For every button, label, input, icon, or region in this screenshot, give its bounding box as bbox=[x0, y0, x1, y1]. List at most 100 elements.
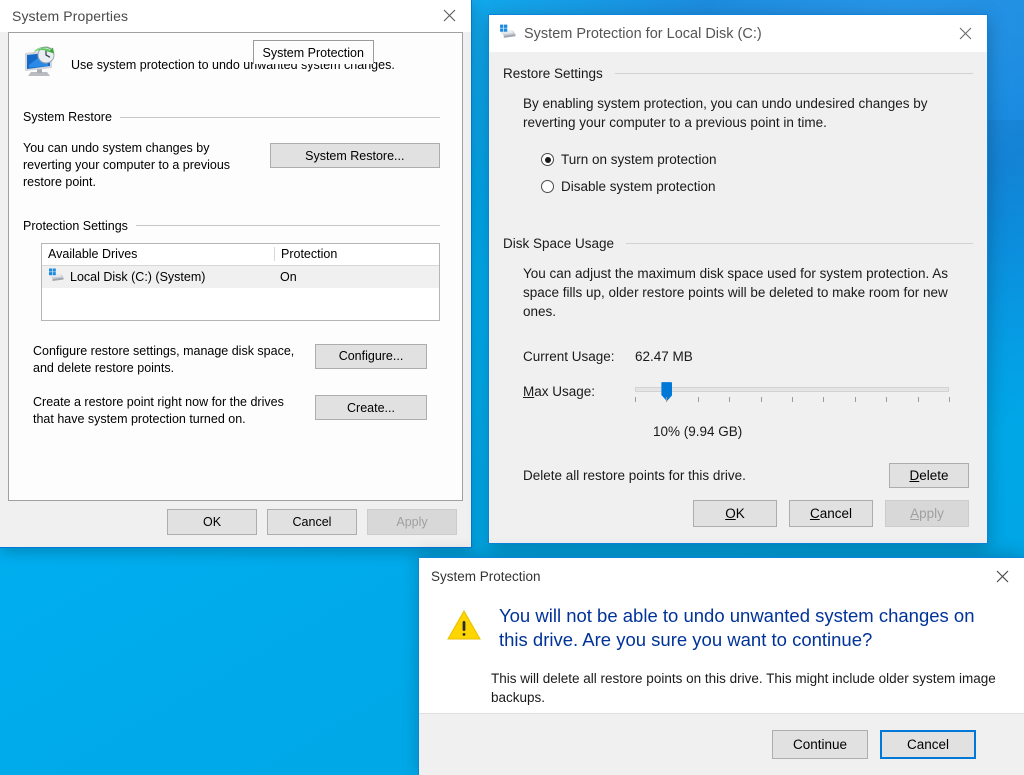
protection-settings-group-header: Protection Settings bbox=[23, 219, 440, 233]
button-label: OK bbox=[203, 515, 221, 529]
cancel-accel: C bbox=[810, 506, 820, 521]
tab-label: System Protection bbox=[263, 46, 364, 60]
disk-protection-window: System Protection for Local Disk (C:) Re… bbox=[488, 14, 988, 544]
disk-protection-titlebar: System Protection for Local Disk (C:) bbox=[489, 15, 987, 52]
create-row: Create a restore point right now for the… bbox=[33, 394, 440, 428]
ok-button[interactable]: OK bbox=[693, 500, 777, 527]
delete-accel: D bbox=[909, 468, 919, 483]
confirm-dialog-window: System Protection You will not be able t… bbox=[418, 557, 1024, 775]
system-restore-group: System Restore You can undo system chang… bbox=[23, 110, 440, 191]
disk-protection-title: System Protection for Local Disk (C:) bbox=[524, 26, 762, 42]
group-divider bbox=[626, 243, 973, 244]
confirm-dialog-content: You will not be able to undo unwanted sy… bbox=[419, 594, 1024, 653]
group-divider bbox=[615, 73, 973, 74]
disk-space-usage-description: You can adjust the maximum disk space us… bbox=[523, 265, 969, 321]
system-restore-description: You can undo system changes by reverting… bbox=[23, 140, 260, 191]
button-label: Cancel bbox=[293, 515, 332, 529]
button-label: Cancel bbox=[810, 506, 852, 521]
disk-protection-footer: OK Cancel Apply bbox=[693, 500, 969, 527]
button-label: Apply bbox=[396, 515, 427, 529]
button-label: Delete bbox=[909, 468, 948, 483]
configure-button[interactable]: Configure... bbox=[315, 344, 427, 369]
confirm-dialog-body: This will delete all restore points on t… bbox=[419, 653, 1024, 707]
confirm-dialog-title: System Protection bbox=[431, 569, 541, 584]
button-label: OK bbox=[725, 506, 745, 521]
button-label: Configure... bbox=[339, 349, 404, 363]
continue-button[interactable]: Continue bbox=[772, 730, 868, 759]
current-usage-value: 62.47 MB bbox=[635, 349, 693, 364]
max-usage-label: Max Usage: bbox=[523, 382, 635, 399]
button-label: Apply bbox=[910, 506, 944, 521]
max-usage-value: 10% (9.94 GB) bbox=[653, 424, 973, 439]
current-usage-label: Current Usage: bbox=[523, 349, 635, 364]
radio-label: Disable system protection bbox=[561, 179, 716, 194]
button-label: Cancel bbox=[907, 737, 949, 752]
cancel-button[interactable]: Cancel bbox=[880, 730, 976, 759]
group-divider bbox=[120, 117, 440, 118]
button-label: System Restore... bbox=[305, 149, 404, 163]
warning-triangle-icon bbox=[447, 610, 481, 653]
drive-name: Local Disk (C:) (System) bbox=[70, 270, 205, 284]
system-restore-icon bbox=[21, 45, 57, 84]
system-restore-group-header: System Restore bbox=[23, 110, 440, 124]
create-description: Create a restore point right now for the… bbox=[33, 394, 305, 428]
column-header-protection[interactable]: Protection bbox=[274, 247, 439, 261]
tab-system-protection[interactable]: System Protection bbox=[253, 40, 374, 64]
ok-button[interactable]: OK bbox=[167, 509, 257, 535]
configure-row: Configure restore settings, manage disk … bbox=[33, 343, 440, 377]
system-properties-footer: OK Cancel Apply bbox=[167, 509, 457, 535]
protection-settings-group-label: Protection Settings bbox=[23, 219, 128, 233]
system-properties-window: System Properties Computer Name Hardware… bbox=[0, 0, 472, 548]
system-properties-title: System Properties bbox=[12, 8, 128, 24]
apply-accel: A bbox=[910, 506, 919, 521]
hard-disk-icon bbox=[48, 268, 64, 285]
close-icon[interactable] bbox=[943, 15, 987, 52]
max-usage-row: Max Usage: bbox=[523, 382, 973, 404]
slider-ticks bbox=[635, 397, 949, 403]
cell-drive: Local Disk (C:) (System) bbox=[42, 268, 274, 285]
protection-settings-group: Protection Settings Available Drives Pro… bbox=[23, 219, 440, 321]
system-properties-titlebar: System Properties bbox=[0, 0, 471, 32]
confirm-dialog-heading: You will not be able to undo unwanted sy… bbox=[499, 604, 1000, 653]
radio-indicator[interactable] bbox=[541, 153, 554, 166]
create-button[interactable]: Create... bbox=[315, 395, 427, 420]
disk-space-usage-group-label: Disk Space Usage bbox=[503, 236, 614, 251]
delete-row: Delete all restore points for this drive… bbox=[523, 463, 969, 488]
radio-label: Turn on system protection bbox=[561, 152, 717, 167]
system-protection-tabpage: Use system protection to undo unwanted s… bbox=[8, 32, 463, 501]
button-label: Create... bbox=[347, 401, 395, 415]
slider-track[interactable] bbox=[635, 387, 949, 392]
max-usage-slider[interactable] bbox=[635, 382, 949, 404]
table-header-row: Available Drives Protection bbox=[42, 244, 439, 266]
system-restore-button[interactable]: System Restore... bbox=[270, 143, 440, 168]
apply-button: Apply bbox=[367, 509, 457, 535]
group-divider bbox=[136, 225, 440, 226]
radio-turn-on-system-protection[interactable]: Turn on system protection bbox=[541, 152, 973, 167]
close-icon[interactable] bbox=[427, 0, 471, 32]
close-icon[interactable] bbox=[980, 558, 1024, 594]
delete-button[interactable]: Delete bbox=[889, 463, 969, 488]
current-usage-row: Current Usage: 62.47 MB bbox=[523, 349, 973, 364]
cell-protection: On bbox=[274, 270, 439, 284]
restore-settings-group-label: Restore Settings bbox=[503, 66, 603, 81]
radio-indicator[interactable] bbox=[541, 180, 554, 193]
cancel-button[interactable]: Cancel bbox=[267, 509, 357, 535]
radio-disable-system-protection[interactable]: Disable system protection bbox=[541, 179, 973, 194]
hard-disk-icon bbox=[499, 24, 516, 44]
available-drives-table[interactable]: Available Drives Protection bbox=[41, 243, 440, 321]
tabpage-header: Use system protection to undo unwanted s… bbox=[9, 33, 462, 84]
disk-protection-body: Restore Settings By enabling system prot… bbox=[489, 52, 987, 488]
system-restore-group-label: System Restore bbox=[23, 110, 112, 124]
delete-description: Delete all restore points for this drive… bbox=[523, 468, 746, 483]
button-label: Continue bbox=[793, 737, 847, 752]
disk-space-usage-group-header: Disk Space Usage bbox=[503, 236, 973, 251]
max-usage-accel: M bbox=[523, 384, 534, 399]
cancel-button[interactable]: Cancel bbox=[789, 500, 873, 527]
configure-description: Configure restore settings, manage disk … bbox=[33, 343, 305, 377]
confirm-dialog-titlebar: System Protection bbox=[419, 558, 1024, 594]
apply-button: Apply bbox=[885, 500, 969, 527]
table-row[interactable]: Local Disk (C:) (System) On bbox=[42, 266, 439, 288]
confirm-dialog-footer: Continue Cancel bbox=[419, 713, 1024, 775]
restore-settings-description: By enabling system protection, you can u… bbox=[523, 95, 957, 132]
column-header-available-drives[interactable]: Available Drives bbox=[42, 247, 274, 261]
